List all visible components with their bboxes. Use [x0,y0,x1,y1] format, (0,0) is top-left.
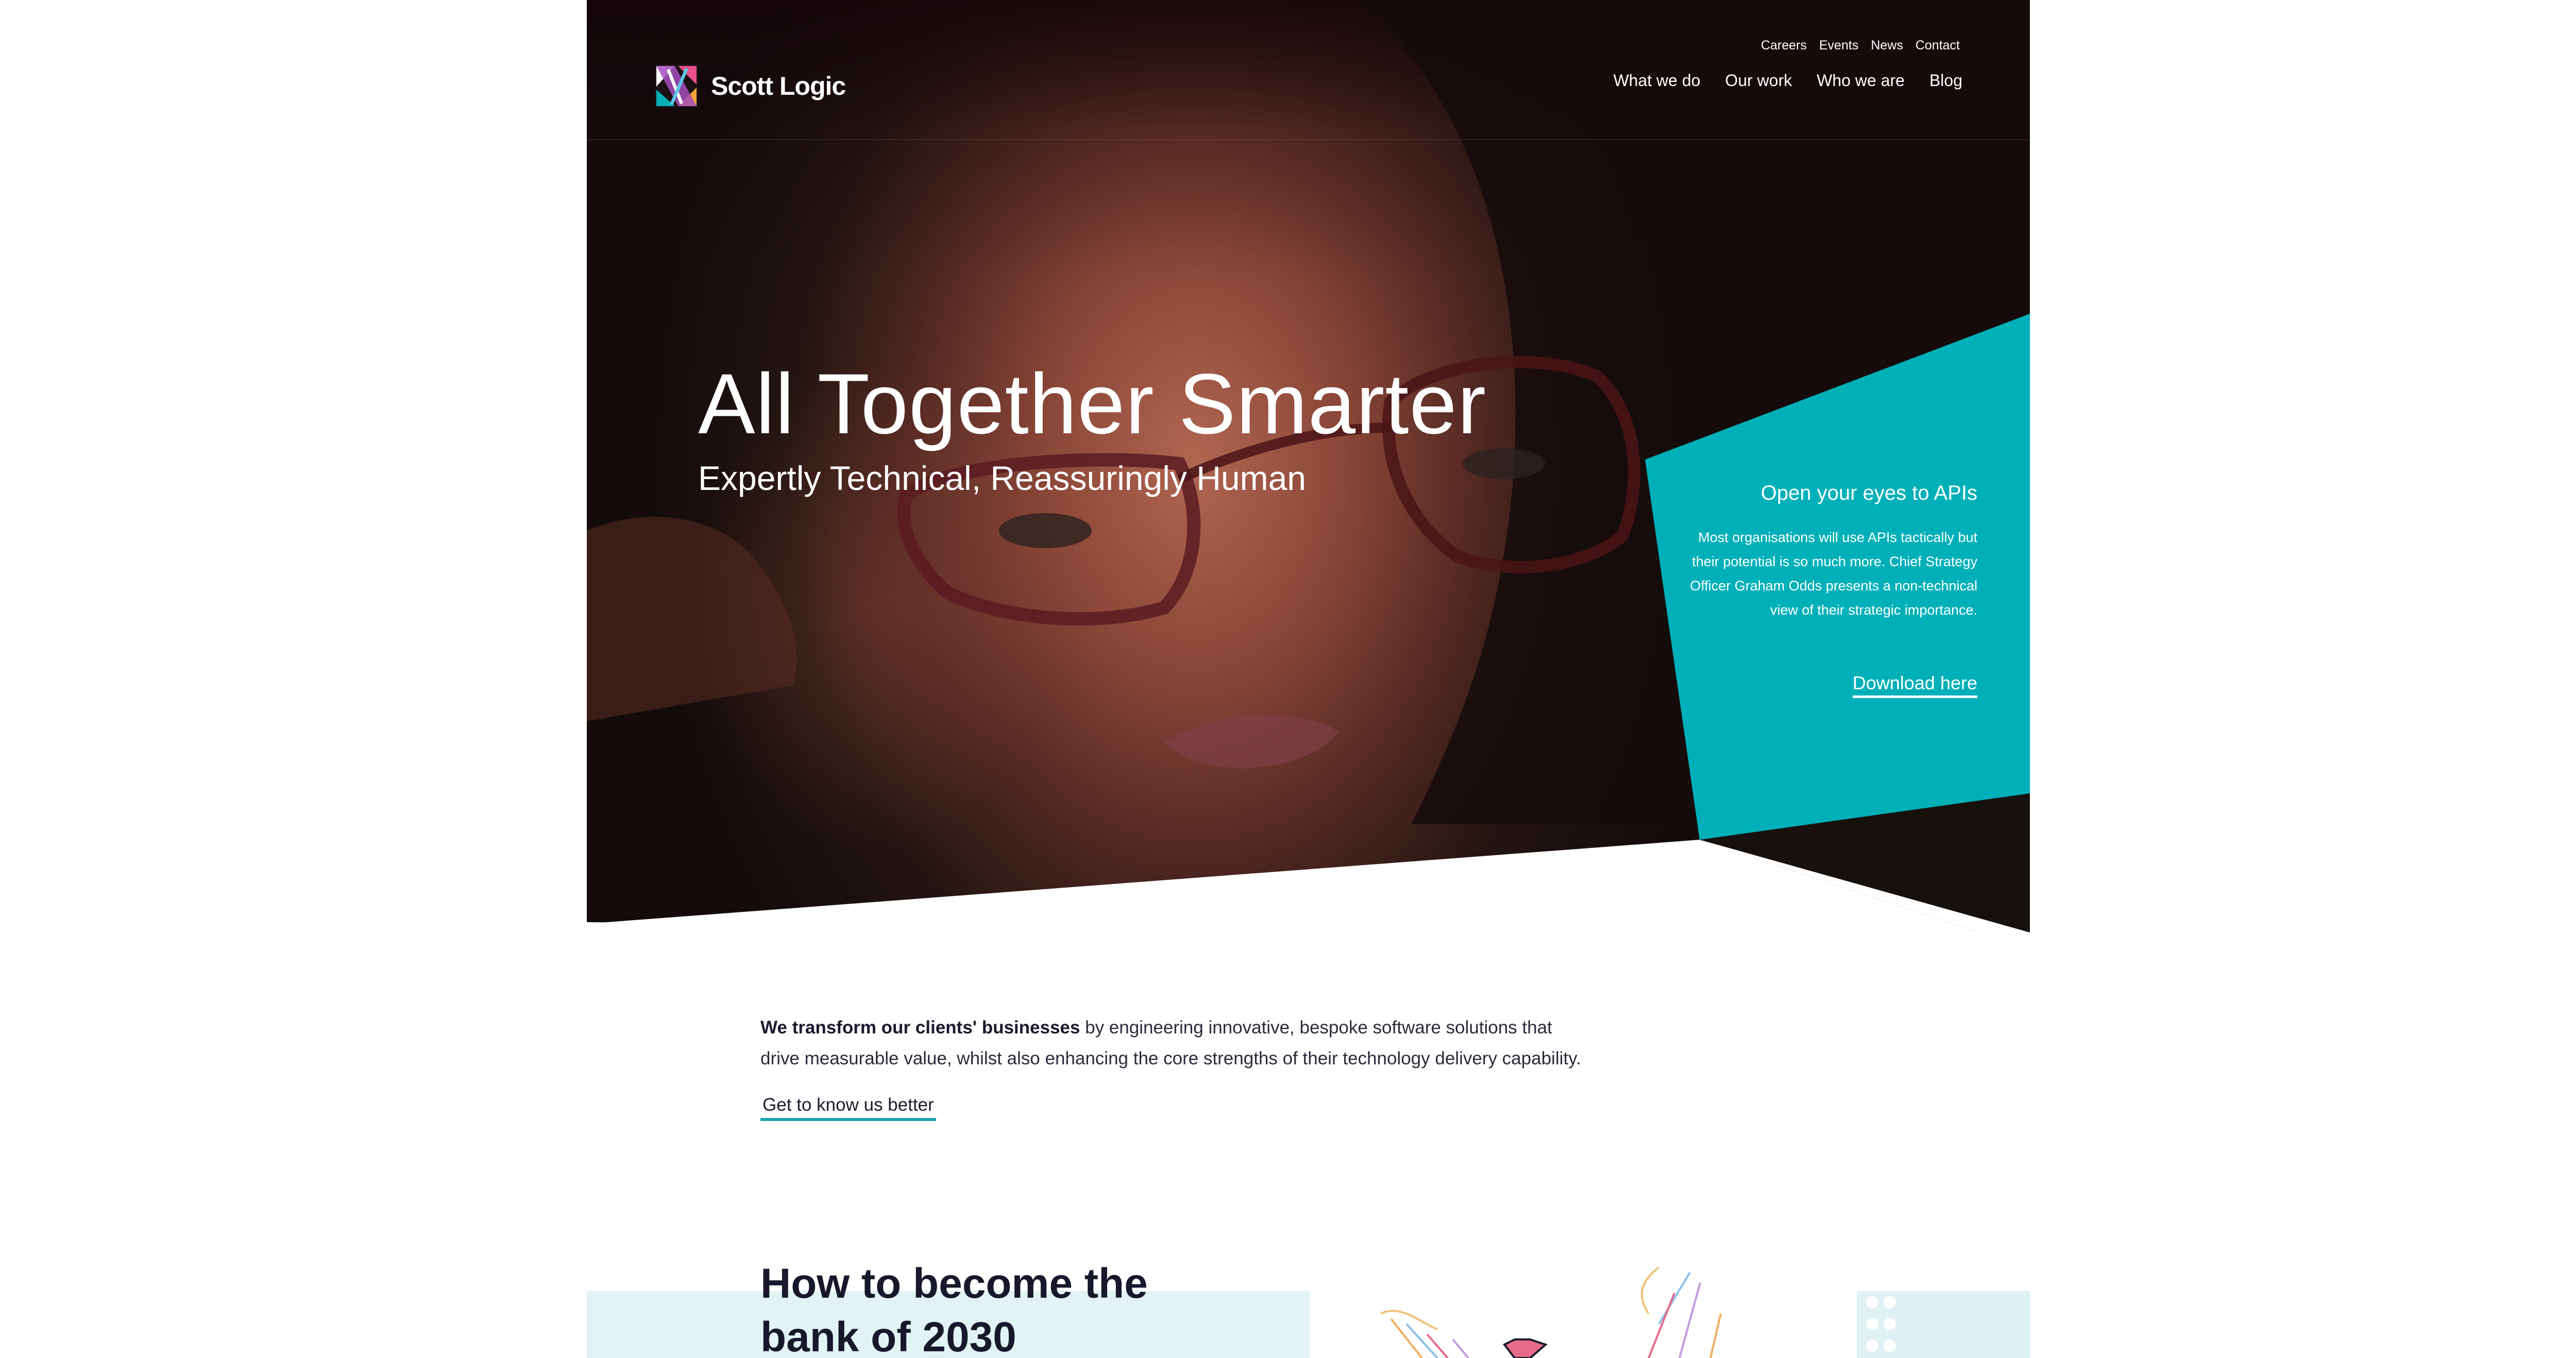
intro-link-wrap: Get to know us better [760,1095,936,1121]
logo-link[interactable]: Scott Logic [654,64,846,108]
scott-logic-logo-icon [654,64,699,108]
dots-pattern [1866,1296,1896,1352]
brand-name: Scott Logic [711,72,846,100]
util-nav-careers[interactable]: Careers [1761,38,1807,53]
hero-title: All Together Smarter [698,357,1487,452]
site-header: Scott Logic Careers Events News Contact … [587,0,2030,140]
main-nav: What we do Our work Who we are Blog [1613,71,1962,90]
intro-bold: We transform our clients' businesses [760,1017,1080,1038]
nav-blog[interactable]: Blog [1929,71,1962,90]
promo-link-wrap: Download here [1752,672,1977,698]
feature-illustration [1380,1266,1722,1358]
nav-our-work[interactable]: Our work [1725,71,1792,90]
intro-section: We transform our clients' businesses by … [760,1012,1595,1121]
nav-who-we-are[interactable]: Who we are [1817,71,1905,90]
hero-subtitle: Expertly Technical, Reassuringly Human [698,459,1306,497]
download-here-link[interactable]: Download here [1852,672,1977,698]
get-to-know-us-link[interactable]: Get to know us better [760,1095,936,1121]
utility-nav: Careers Events News Contact [1761,38,1960,53]
util-nav-events[interactable]: Events [1819,38,1858,53]
intro-text: We transform our clients' businesses by … [760,1012,1595,1074]
util-nav-news[interactable]: News [1871,38,1903,53]
feature-title[interactable]: How to become the bank of 2030 [760,1257,1224,1358]
promo-title: Open your eyes to APIs [1760,482,1977,504]
util-nav-contact[interactable]: Contact [1916,38,1960,53]
nav-what-we-do[interactable]: What we do [1613,71,1700,90]
promo-body: Most organisations will use APIs tactica… [1690,530,1977,618]
